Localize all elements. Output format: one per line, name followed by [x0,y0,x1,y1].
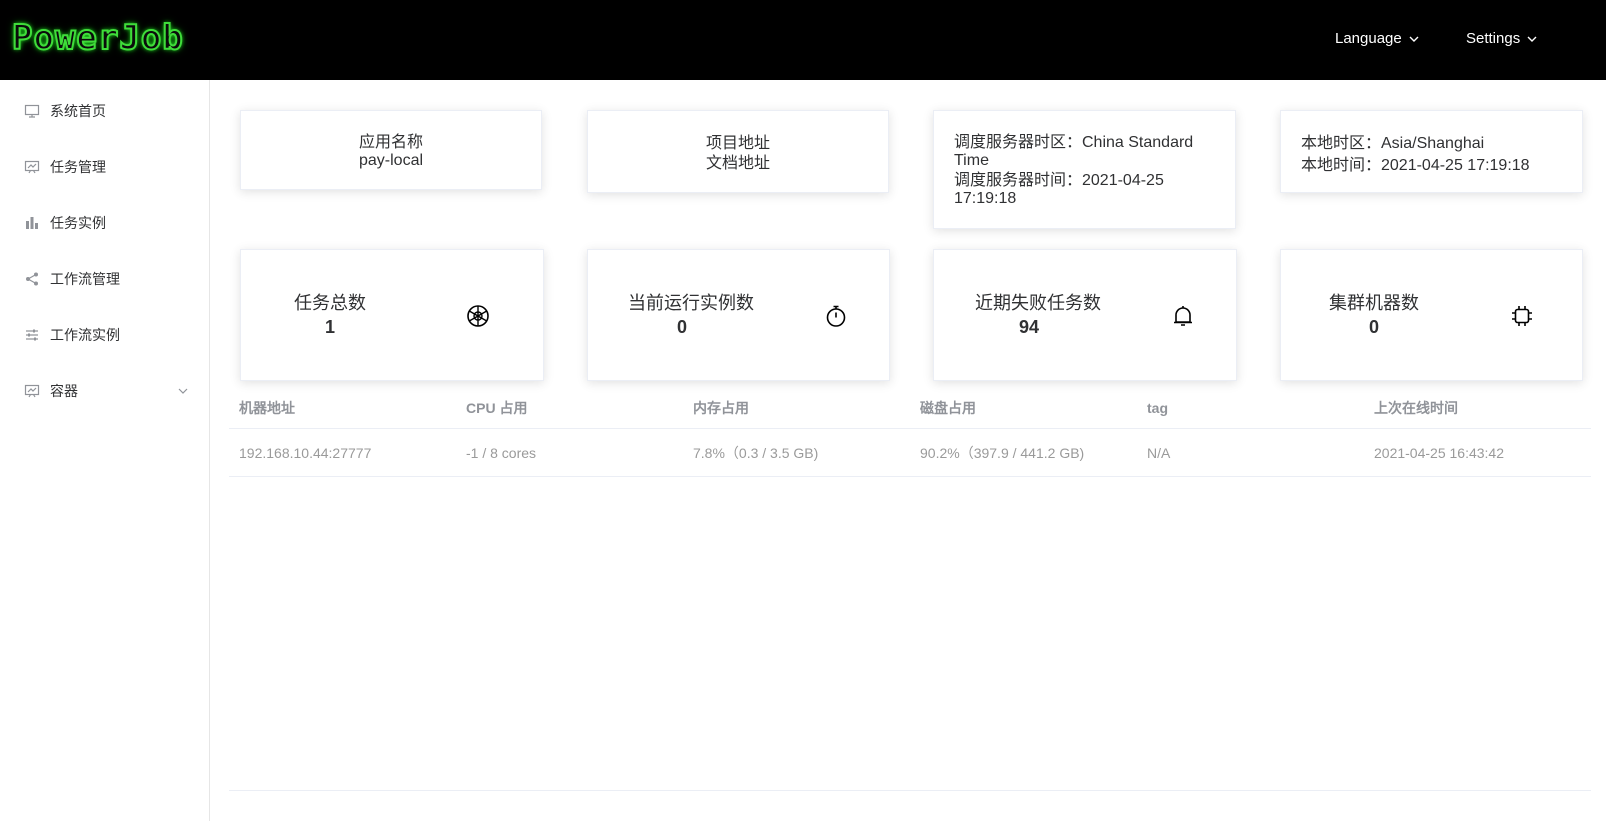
column-header: tag [1137,388,1364,429]
chevron-down-icon [1409,36,1419,42]
sidebar-item-workflow-manage[interactable]: 工作流管理 [0,251,209,307]
language-label: Language [1335,30,1402,47]
server-timezone: 调度服务器时区：China Standard Time [954,134,1194,169]
sidebar: 系统首页 任务管理 任务实例 工作流管理 工作流实例 容器 [0,80,210,821]
server-time: 调度服务器时间：2021-04-25 17:19:18 [954,172,1164,207]
stat-value: 0 [676,317,687,337]
top-navbar: PowerJob Language Settings [0,0,1606,80]
sidebar-item-job-manage[interactable]: 任务管理 [0,139,209,195]
monitor-icon [23,102,41,120]
project-address-link[interactable]: 项目地址 [588,134,888,154]
stat-card-running-instances: 当前运行实例数 0 [587,249,890,381]
sliders-icon [23,326,41,344]
stat-card-total-jobs: 任务总数 1 [240,249,544,381]
project-info-card: 项目地址 文档地址 [587,110,889,193]
bell-icon [1174,306,1192,326]
column-header: 机器地址 [229,388,456,429]
table-cell: 192.168.10.44:27777 [229,428,456,477]
sidebar-item-label: 工作流管理 [50,271,120,287]
machine-table: 机器地址 CPU 占用 内存占用 磁盘占用 tag 上次在线时间 192.168… [229,388,1591,477]
docs-address-link[interactable]: 文档地址 [588,154,888,174]
app-name-label: 应用名称 [358,134,423,151]
stat-value: 1 [324,317,335,337]
table-cell: N/A [1137,428,1364,477]
table-cell: -1 / 8 cores [456,428,683,477]
sidebar-item-label: 任务管理 [50,159,106,175]
column-header: 上次在线时间 [1364,388,1591,429]
sidebar-item-home[interactable]: 系统首页 [0,83,209,139]
app-info-card: 应用名称 pay-local [240,110,542,190]
sidebar-item-job-instance[interactable]: 任务实例 [0,195,209,251]
table-bottom-divider [229,790,1591,791]
logo[interactable]: PowerJob [11,17,184,59]
stat-title: 当前运行实例数 [628,293,754,313]
table-cell: 2021-04-25 16:43:42 [1364,428,1591,477]
column-header: 内存占用 [683,388,910,429]
sidebar-item-container[interactable]: 容器 [0,363,209,419]
stat-card-failed-jobs: 近期失败任务数 94 [933,249,1237,381]
share-icon [23,270,41,288]
stat-title: 近期失败任务数 [975,293,1101,313]
stat-title: 集群机器数 [1329,293,1419,313]
local-time-card: 本地时区：Asia/Shanghai 本地时间：2021-04-25 17:19… [1280,110,1583,193]
cpu-icon [1512,306,1532,326]
table-cell: 90.2%（397.9 / 441.2 GB) [910,428,1137,477]
presentation-icon [23,382,41,400]
language-menu[interactable]: Language [1335,30,1420,47]
stat-value: 94 [1018,317,1040,337]
table-row[interactable]: 192.168.10.44:27777 -1 / 8 cores 7.8%（0.… [229,428,1591,477]
stat-card-cluster-machines: 集群机器数 0 [1280,249,1583,381]
server-time-card: 调度服务器时区：China Standard Time 调度服务器时间：2021… [933,110,1236,229]
bar-chart-icon [23,214,41,232]
stat-title: 任务总数 [294,293,366,313]
sidebar-item-label: 容器 [50,383,78,399]
chevron-down-icon [1527,36,1537,42]
app-name-value: pay-local [358,152,424,169]
local-timezone: 本地时区：Asia/Shanghai [1301,135,1485,152]
sidebar-item-label: 系统首页 [50,103,106,119]
settings-menu[interactable]: Settings [1466,30,1538,47]
stopwatch-icon [826,305,846,327]
chevron-down-icon [178,388,188,394]
aperture-icon [467,305,489,327]
stat-value: 0 [1368,317,1379,337]
sidebar-item-label: 任务实例 [50,215,106,231]
sidebar-item-label: 工作流实例 [50,327,120,343]
table-header-row: 机器地址 CPU 占用 内存占用 磁盘占用 tag 上次在线时间 [229,388,1591,429]
column-header: CPU 占用 [456,388,683,429]
table-cell: 7.8%（0.3 / 3.5 GB) [683,428,910,477]
settings-label: Settings [1466,30,1521,47]
local-time: 本地时间：2021-04-25 17:19:18 [1301,157,1530,174]
sidebar-item-workflow-instance[interactable]: 工作流实例 [0,307,209,363]
presentation-icon [23,158,41,176]
column-header: 磁盘占用 [910,388,1137,429]
